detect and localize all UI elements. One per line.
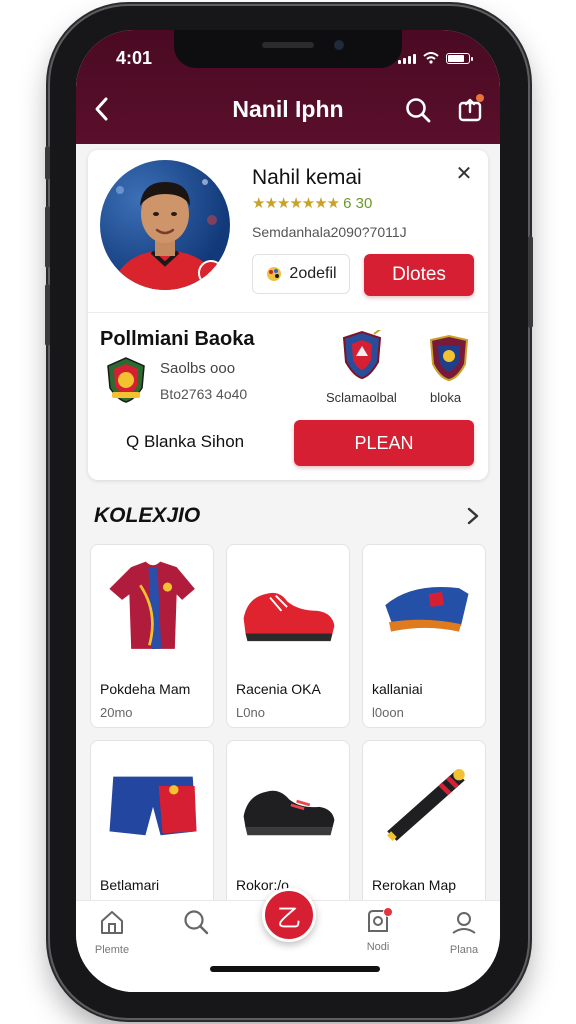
- product-name: Betlamari: [100, 877, 160, 893]
- product-card[interactable]: Pokdeha Mam 20mo: [90, 544, 214, 728]
- plan-button[interactable]: PLEAN: [294, 420, 474, 466]
- volume-down-button: [45, 284, 50, 346]
- jersey-icon: [99, 553, 207, 663]
- product-card[interactable]: Betlamari: [90, 740, 214, 924]
- product-name: kallaniai: [372, 681, 423, 697]
- palette-icon: [267, 267, 282, 281]
- team-b-label: bloka: [430, 390, 462, 405]
- team-a-label: Sclamaolbal: [326, 390, 397, 405]
- team-a-crest-icon[interactable]: [340, 330, 384, 380]
- page-title: Nanil Iphn: [232, 96, 344, 122]
- player-card: Nahil kemai ✕ ★★★★★★★ 6 30 Semdanhala2090…: [88, 150, 488, 480]
- product-name: Racenia OKA: [236, 681, 321, 697]
- cap-icon: [371, 553, 479, 663]
- player-meta: Semdanhala2090?7011J: [252, 224, 407, 240]
- status-icons: [398, 52, 473, 64]
- notification-dot: [476, 94, 484, 102]
- team-b-crest-icon[interactable]: [428, 334, 470, 382]
- chip-label: 2odefil: [289, 265, 337, 282]
- product-card[interactable]: Racenia OKA L0no: [226, 544, 350, 728]
- center-action-button[interactable]: 乙: [262, 888, 316, 942]
- search-icon[interactable]: [404, 96, 432, 124]
- product-name: Rerokan Map: [372, 877, 457, 893]
- status-time: 4:01: [116, 48, 153, 68]
- club-crest-icon: [107, 357, 145, 403]
- search-icon: [184, 910, 209, 935]
- section-title: KOLEXJIO: [94, 504, 201, 527]
- power-button: [528, 236, 533, 328]
- tab-home[interactable]: Plemte: [82, 907, 142, 956]
- product-price: L0no: [236, 705, 265, 720]
- front-camera: [334, 40, 344, 50]
- notch: [174, 30, 402, 68]
- volume-up-button: [45, 206, 50, 268]
- club-stats-line: Bto2763 4o40: [160, 386, 248, 402]
- shorts-icon: [99, 749, 207, 859]
- chevron-right-icon[interactable]: [464, 504, 482, 528]
- red-sneaker-icon: [235, 553, 343, 663]
- screen: 4:01 Nanil Iphn Nahil kemai ✕ ★★★★★★★ 6 …: [76, 30, 500, 992]
- profile-icon: [452, 912, 476, 934]
- share-button[interactable]: [456, 94, 486, 124]
- black-shoe-icon: [235, 749, 343, 859]
- tab-profile[interactable]: Plana: [434, 907, 494, 956]
- club-info-line: Saolbs ooo: [160, 360, 236, 377]
- tab-notifications-label: Nodi: [366, 941, 390, 953]
- card-divider: [88, 312, 488, 313]
- tab-notifications[interactable]: Nodi: [348, 907, 408, 953]
- product-card[interactable]: kallaniai l0oon: [362, 544, 486, 728]
- player-name: Nahil kemai: [252, 166, 362, 189]
- product-price: l0oon: [372, 705, 404, 720]
- rating-stars: ★★★★★★★: [252, 195, 340, 212]
- follow-button[interactable]: Dlotes: [364, 254, 474, 296]
- tab-search[interactable]: [166, 907, 226, 944]
- scarf-icon: [371, 749, 479, 859]
- home-icon: [101, 911, 123, 934]
- app-header: 4:01 Nanil Iphn: [76, 30, 500, 144]
- player-avatar[interactable]: [100, 160, 230, 290]
- profile-chip-button[interactable]: 2odefil: [252, 254, 350, 294]
- close-icon[interactable]: ✕: [454, 164, 474, 184]
- signal-icon: [398, 54, 416, 64]
- product-price: 20mo: [100, 705, 133, 720]
- coach-name: Q Blanka Sihon: [126, 432, 245, 451]
- tab-profile-label: Plana: [449, 944, 479, 956]
- tab-home-label: Plemte: [94, 944, 130, 956]
- product-card[interactable]: Rerokan Map: [362, 740, 486, 924]
- club-name: Pollmiani Baoka: [100, 328, 255, 350]
- player-rating: ★★★★★★★ 6 30: [252, 194, 372, 212]
- club-badge-icon: [198, 260, 224, 286]
- speaker-grille: [262, 42, 314, 48]
- battery-icon: [446, 53, 473, 64]
- notification-badge: [383, 907, 393, 917]
- wifi-icon: [423, 52, 439, 64]
- mute-switch: [45, 146, 50, 180]
- home-indicator[interactable]: [210, 966, 380, 972]
- notification-icon: [363, 907, 393, 937]
- rating-value: 6 30: [343, 195, 373, 212]
- product-name: Pokdeha Mam: [100, 681, 191, 697]
